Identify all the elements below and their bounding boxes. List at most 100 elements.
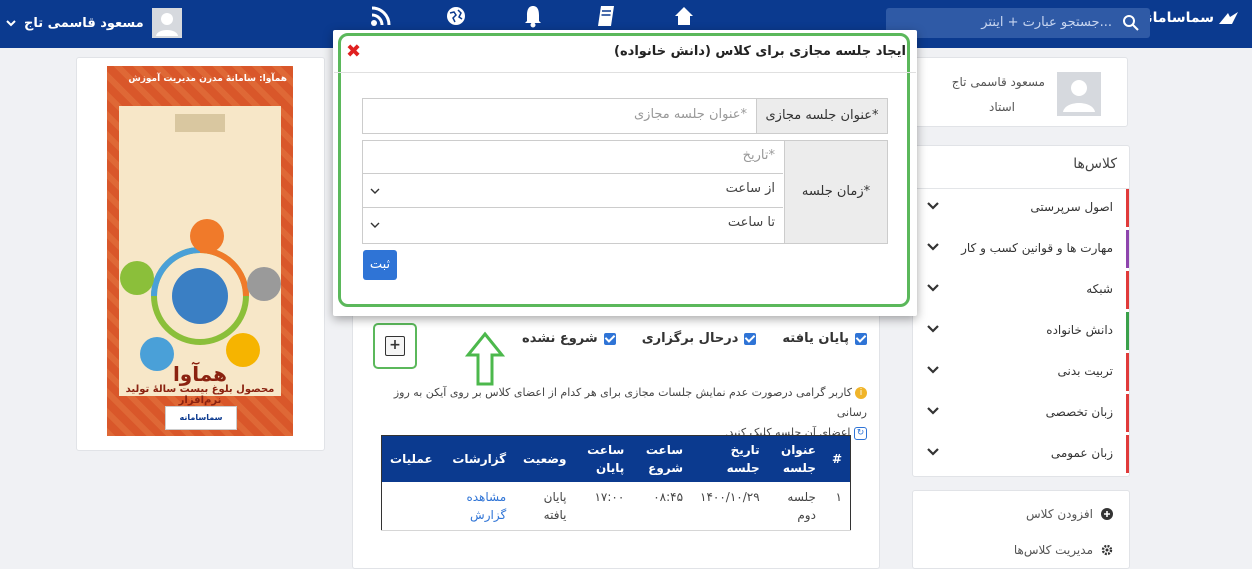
- user-avatar-icon: [151, 8, 182, 38]
- class-item[interactable]: اصول سرپرستی: [913, 189, 1129, 227]
- add-session-button[interactable]: +: [385, 336, 405, 356]
- profile-name: مسعود قاسمی تاج: [951, 75, 1045, 89]
- classes-panel: کلاس‌ها اصول سرپرستی مهارت ها و قوانین ک…: [912, 145, 1130, 477]
- filter-not-started[interactable]: شروع نشده: [522, 331, 616, 346]
- classes-heading: کلاس‌ها: [1073, 156, 1117, 172]
- session-title-input[interactable]: عنوان جلسه مجازی*: [634, 107, 747, 122]
- class-item[interactable]: شبکه: [913, 271, 1129, 309]
- poster-title: همآوا: [172, 362, 228, 386]
- class-color-bar: [1126, 271, 1129, 309]
- modal-title: ایجاد جلسه مجازی برای کلاس (دانش خانواده…: [614, 44, 906, 59]
- col-header: ساعت شروع: [632, 435, 692, 482]
- cell-date: ۱۴۰۰/۱۰/۲۹: [691, 482, 768, 531]
- submit-button[interactable]: ثبت: [363, 250, 397, 280]
- session-time-row: زمان جلسه* تاریخ* از ساعت تا ساعت: [362, 140, 888, 244]
- checkbox[interactable]: [744, 332, 757, 345]
- note-text: کاربر گرامی درصورت عدم نمایش جلسات مجازی…: [393, 386, 867, 419]
- filter-finished[interactable]: پایان یافته: [782, 331, 867, 346]
- class-item[interactable]: دانش خانواده: [913, 312, 1129, 350]
- poster-top-text: همآوا: سامانهٔ مدرن مدیریت آموزش: [128, 74, 287, 84]
- chevron-down-icon[interactable]: [927, 201, 939, 211]
- chevron-down-icon[interactable]: [927, 242, 939, 252]
- home-icon[interactable]: [672, 4, 696, 28]
- close-icon[interactable]: ✖: [346, 41, 361, 62]
- refresh-icon: ↻: [854, 426, 867, 440]
- class-color-bar: [1126, 312, 1129, 350]
- brand-mark-icon: [1219, 12, 1238, 24]
- profile-avatar-icon: [1057, 72, 1101, 116]
- chevron-down-icon: [370, 222, 380, 228]
- globe-icon[interactable]: [445, 4, 467, 28]
- sessions-table: # عنوان جلسه تاریخ جلسه ساعت شروع ساعت پ…: [381, 435, 851, 531]
- class-label: تربیت بدنی: [1057, 364, 1114, 378]
- from-hour-select[interactable]: از ساعت: [726, 181, 775, 196]
- class-item[interactable]: تربیت بدنی: [913, 353, 1129, 391]
- info-icon: i: [855, 387, 867, 399]
- promo-poster: همآوا: سامانهٔ مدرن مدیریت آموزش همآوا م…: [76, 57, 325, 451]
- divider: [363, 173, 783, 174]
- time-fields: تاریخ* از ساعت تا ساعت: [363, 141, 783, 243]
- date-input[interactable]: تاریخ*: [743, 148, 775, 163]
- user-menu[interactable]: مسعود قاسمی تاج: [6, 8, 182, 38]
- class-color-bar: [1126, 230, 1129, 268]
- rss-icon[interactable]: [370, 4, 392, 28]
- chevron-down-icon: [370, 188, 380, 194]
- class-item[interactable]: زبان تخصصی: [913, 394, 1129, 432]
- profile-card: مسعود قاسمی تاج استاد: [914, 57, 1128, 127]
- class-label: مهارت ها و قوانین کسب و کار: [961, 241, 1113, 255]
- user-name: مسعود قاسمی تاج: [24, 15, 144, 31]
- search-icon[interactable]: [1122, 14, 1140, 32]
- profile-role: استاد: [988, 100, 1015, 114]
- add-class-label: افزودن کلاس: [1026, 507, 1093, 521]
- class-color-bar: [1126, 189, 1129, 227]
- poster-image: همآوا: سامانهٔ مدرن مدیریت آموزش همآوا م…: [107, 66, 293, 436]
- class-actions-panel: افزودن کلاس مدیریت کلاس‌ها: [912, 490, 1130, 569]
- cell-end: ۱۷:۰۰: [574, 482, 633, 531]
- checkbox[interactable]: [855, 332, 867, 345]
- bell-icon[interactable]: [523, 4, 543, 28]
- col-header: گزارشات: [440, 435, 515, 482]
- class-item[interactable]: مهارت ها و قوانین کسب و کار: [913, 230, 1129, 268]
- gear-icon: [1101, 544, 1113, 556]
- search-input[interactable]: جستجو عبارت + اینتر...: [981, 15, 1112, 30]
- add-class-link[interactable]: افزودن کلاس: [1026, 507, 1113, 521]
- info-note: iکاربر گرامی درصورت عدم نمایش جلسات مجاز…: [377, 383, 867, 443]
- brand-logo[interactable]: سماسامانه: [1139, 10, 1240, 26]
- cell-title: جلسه دوم: [767, 482, 824, 531]
- checkbox[interactable]: [603, 332, 616, 345]
- col-header: وضعیت: [514, 435, 575, 482]
- to-hour-select[interactable]: تا ساعت: [728, 215, 775, 230]
- cell-ops: [381, 482, 441, 531]
- brand-name: سماسامانه: [1138, 10, 1214, 26]
- class-color-bar: [1126, 435, 1129, 473]
- filter-label: درحال برگزاری: [641, 331, 739, 346]
- status-filters: شروع نشده درحال برگزاری پایان یافته: [522, 331, 867, 346]
- view-report-link[interactable]: مشاهده گزارش: [440, 482, 515, 531]
- session-title-label: عنوان جلسه مجازی*: [756, 99, 887, 133]
- filter-in-progress[interactable]: درحال برگزاری: [642, 331, 757, 346]
- class-label: اصول سرپرستی: [1030, 200, 1113, 214]
- class-label: شبکه: [1086, 282, 1113, 296]
- sessions-panel: شروع نشده درحال برگزاری پایان یافته + iک…: [352, 300, 880, 569]
- chevron-down-icon[interactable]: [927, 447, 939, 457]
- poster-subtitle: محصول بلوغ بیست سالهٔ تولید نرم‌افزار: [125, 384, 275, 406]
- chevron-down-icon[interactable]: [927, 283, 939, 293]
- table-row: ۱ جلسه دوم ۱۴۰۰/۱۰/۲۹ ۰۸:۴۵ ۱۷:۰۰ پایان …: [381, 482, 851, 531]
- cell-num: ۱: [823, 482, 851, 531]
- poster-diagram: [120, 114, 281, 371]
- search-box[interactable]: جستجو عبارت + اینتر...: [886, 8, 1150, 38]
- class-item[interactable]: زبان عمومی: [913, 435, 1129, 473]
- filter-label: شروع نشده: [522, 331, 598, 346]
- chevron-down-icon: [6, 20, 16, 27]
- col-header: عملیات: [381, 435, 441, 482]
- manage-classes-link[interactable]: مدیریت کلاس‌ها: [1014, 543, 1113, 557]
- divider: [363, 207, 783, 208]
- book-icon[interactable]: [596, 4, 616, 28]
- session-title-row: عنوان جلسه مجازی* عنوان جلسه مجازی*: [362, 98, 888, 134]
- chevron-down-icon[interactable]: [927, 406, 939, 416]
- chevron-down-icon[interactable]: [927, 365, 939, 375]
- chevron-down-icon[interactable]: [927, 324, 939, 334]
- add-session-highlight: +: [373, 323, 417, 369]
- plus-circle-icon: [1101, 508, 1113, 520]
- table-header-row: # عنوان جلسه تاریخ جلسه ساعت شروع ساعت پ…: [381, 435, 851, 482]
